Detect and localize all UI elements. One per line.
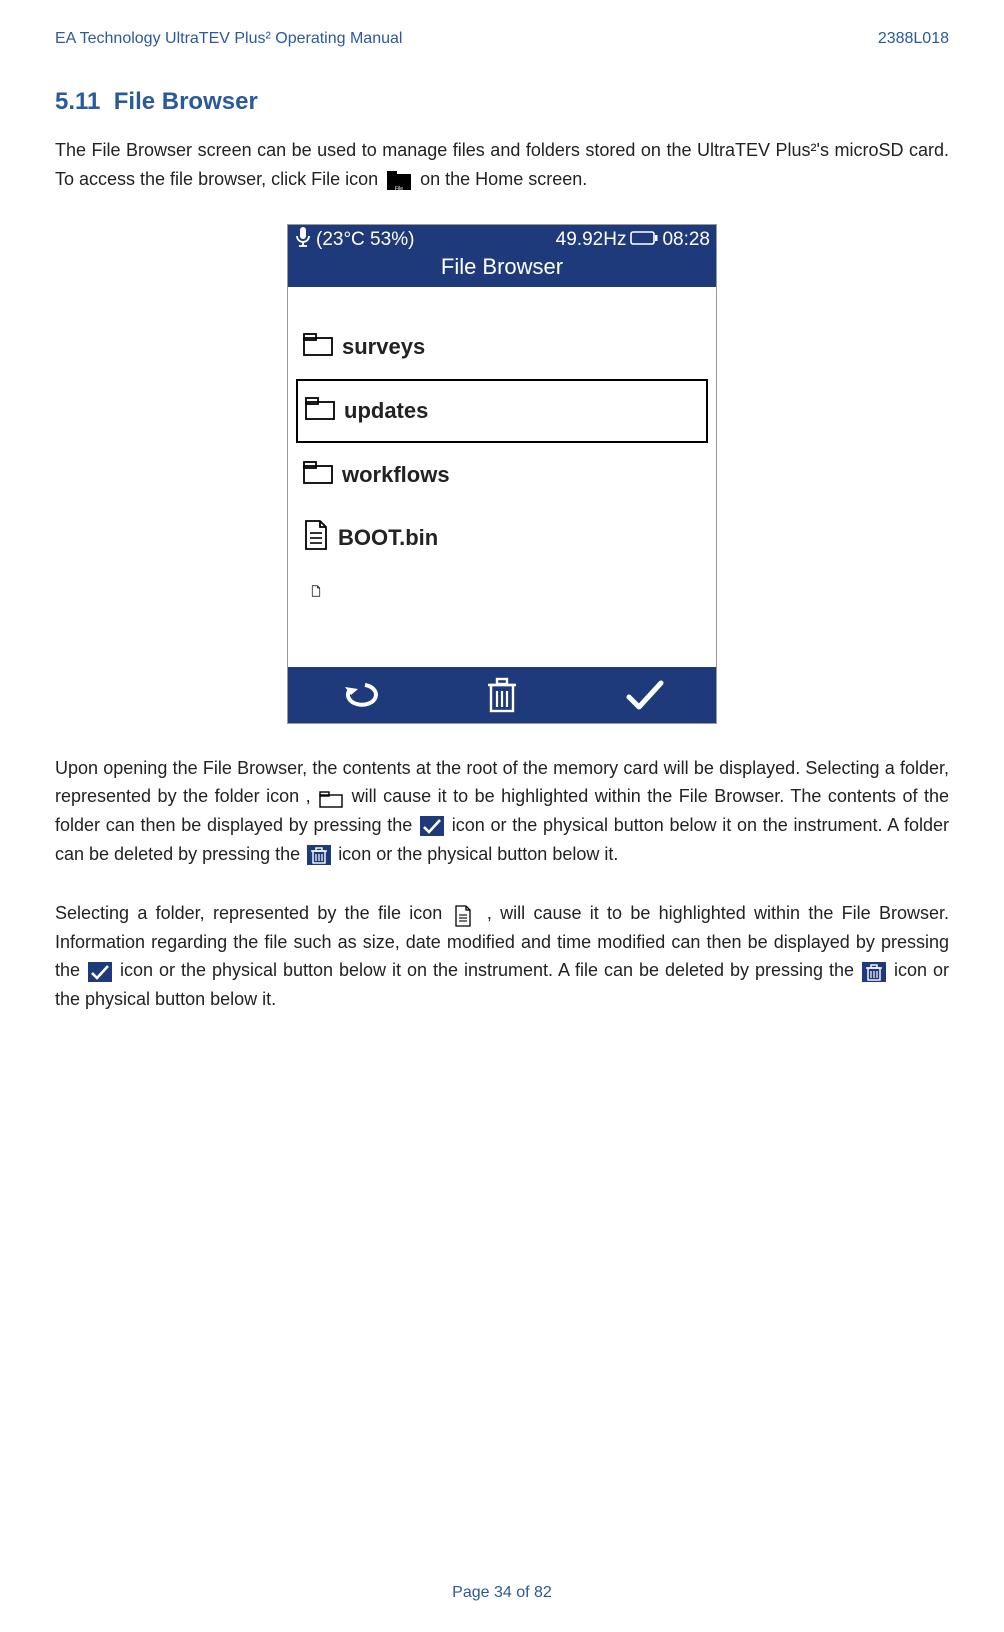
file-icon xyxy=(453,904,477,924)
device-screenshot: (23°C 53%) 49.92Hz 08:28 File Browser su… xyxy=(287,224,717,724)
folder-icon xyxy=(304,395,336,427)
header-left: EA Technology UltraTEV Plus² Operating M… xyxy=(55,30,402,48)
intro-text-2: on the Home screen. xyxy=(420,169,587,189)
microphone-icon xyxy=(294,226,312,254)
list-item[interactable]: surveys xyxy=(296,317,708,377)
folder-icon xyxy=(302,331,334,363)
list-item[interactable] xyxy=(296,571,708,617)
item-label: workflows xyxy=(342,462,450,488)
back-button[interactable] xyxy=(288,667,431,723)
delete-button[interactable] xyxy=(431,667,574,723)
body-paragraph-2: Selecting a folder, represented by the f… xyxy=(55,899,949,1014)
item-label: BOOT.bin xyxy=(338,525,438,551)
folder-icon xyxy=(319,788,343,808)
status-frequency: 49.92Hz xyxy=(556,229,627,251)
file-icon xyxy=(302,519,330,557)
list-item[interactable]: updates xyxy=(296,379,708,443)
list-item[interactable]: workflows xyxy=(296,445,708,505)
item-label: surveys xyxy=(342,334,425,360)
page-footer: Page 34 of 82 xyxy=(0,1584,1004,1602)
body-text: icon or the physical button below it on … xyxy=(120,960,860,980)
header-right: 2388L018 xyxy=(878,30,949,48)
body-text: icon or the physical button below it. xyxy=(338,844,618,864)
section-number: 5.11 xyxy=(55,88,100,115)
section-title: File Browser xyxy=(114,88,258,115)
svg-text:File: File xyxy=(395,186,403,192)
file-home-icon: File xyxy=(385,168,413,192)
status-time: 08:28 xyxy=(662,229,710,251)
item-label: updates xyxy=(344,398,428,424)
intro-paragraph: The File Browser screen can be used to m… xyxy=(55,136,949,194)
status-top-row: (23°C 53%) 49.92Hz 08:28 xyxy=(288,225,716,253)
page-header: EA Technology UltraTEV Plus² Operating M… xyxy=(55,30,949,48)
bottom-toolbar xyxy=(288,667,716,723)
file-list: surveys updates workflows BOOT.bin xyxy=(288,287,716,667)
confirm-button[interactable] xyxy=(573,667,716,723)
list-item[interactable]: BOOT.bin xyxy=(296,505,708,571)
section-heading: 5.11 File Browser xyxy=(55,88,949,116)
body-paragraph-1: Upon opening the File Browser, the conte… xyxy=(55,754,949,869)
trash-icon xyxy=(307,845,331,865)
status-bar: (23°C 53%) 49.92Hz 08:28 File Browser xyxy=(288,225,716,287)
battery-icon xyxy=(630,229,658,251)
screen-title: File Browser xyxy=(288,253,716,281)
file-icon xyxy=(302,577,330,603)
trash-icon xyxy=(862,962,886,982)
folder-icon xyxy=(302,459,334,491)
check-icon xyxy=(88,962,112,982)
check-icon xyxy=(420,816,444,836)
body-text: Selecting a folder, represented by the f… xyxy=(55,903,451,923)
status-temp-humidity: (23°C 53%) xyxy=(316,229,414,251)
